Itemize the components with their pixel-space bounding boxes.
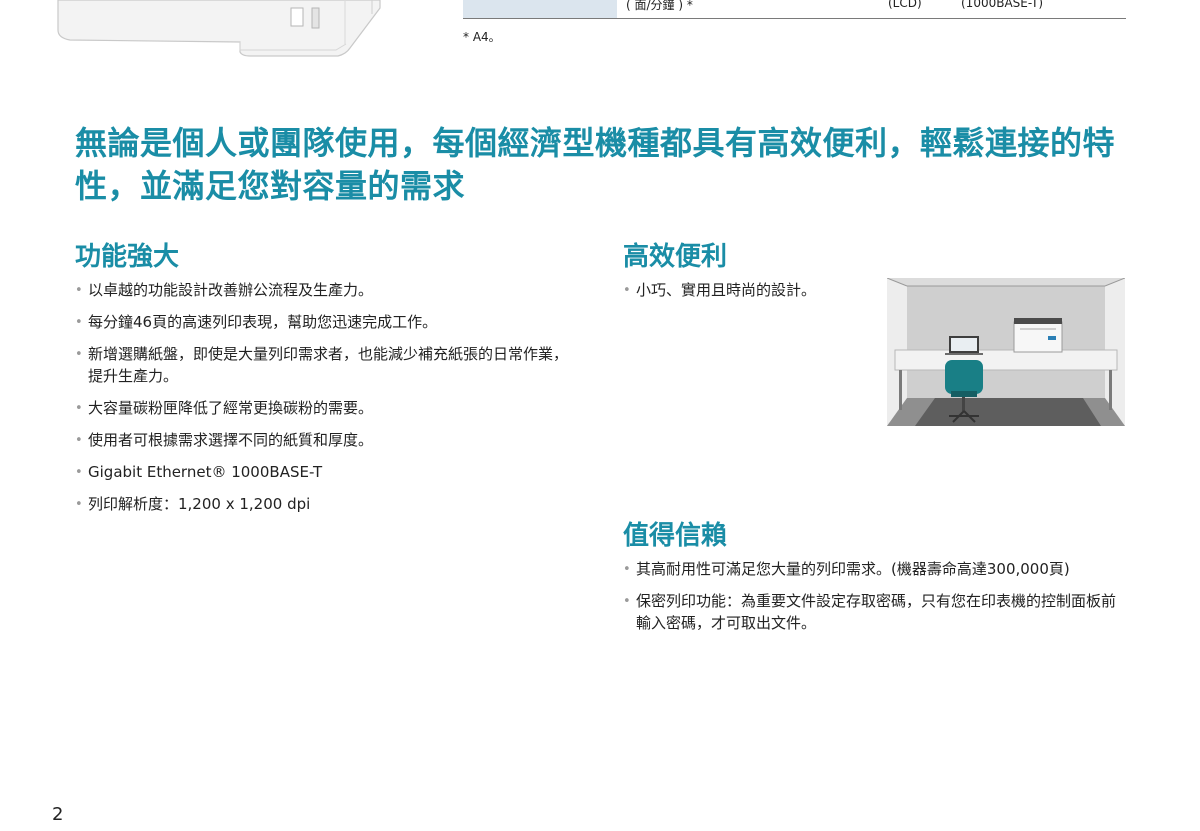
bullet-icon: •	[75, 465, 83, 480]
list-item: • 小巧、實用且時尚的設計。	[623, 279, 878, 301]
spec-cell-2: (LCD)	[888, 0, 922, 10]
list-item: • Gigabit Ethernet® 1000BASE-T	[75, 461, 575, 483]
section-title-powerful: 功能強大	[75, 242, 180, 272]
bullet-icon: •	[623, 283, 631, 298]
list-item: • 列印解析度：1,200 x 1,200 dpi	[75, 493, 575, 515]
bullet-icon: •	[623, 562, 631, 577]
list-item: • 以卓越的功能設計改善辦公流程及生產力。	[75, 279, 575, 301]
list-reliable: • 其高耐用性可滿足您大量的列印需求。(機器壽命高達300,000頁) • 保密列印…	[623, 558, 1123, 644]
office-illustration	[887, 278, 1125, 426]
bullet-icon: •	[75, 433, 83, 448]
bullet-icon: •	[75, 497, 83, 512]
list-item: • 新增選購紙盤，即使是大量列印需求者，也能減少補充紙張的日常作業，提升生產力。	[75, 345, 569, 385]
bullet-icon: •	[75, 401, 83, 416]
bullet-icon: •	[75, 283, 83, 298]
spec-table-label-cell	[463, 0, 617, 18]
printer-illustration	[57, 0, 381, 57]
list-item: • 其高耐用性可滿足您大量的列印需求。(機器壽命高達300,000頁)	[623, 558, 1123, 580]
spec-table-fragment: ( 面/分鐘 ) * (LCD) (1000BASE-T)	[463, 0, 1126, 19]
section-title-efficient: 高效便利	[623, 242, 728, 272]
spec-footnote: * A4。	[463, 30, 501, 44]
page-headline: 無論是個人或團隊使用，每個經濟型機種都具有高效便利，輕鬆連接的特性，並滿足您對容…	[75, 124, 1116, 205]
section-title-reliable: 值得信賴	[623, 521, 728, 551]
list-efficient: • 小巧、實用且時尚的設計。	[623, 279, 878, 311]
bullet-icon: •	[75, 315, 83, 330]
list-powerful: • 以卓越的功能設計改善辦公流程及生產力。 • 每分鐘46頁的高速列印表現，幫助您迅…	[75, 279, 575, 525]
list-item: • 使用者可根據需求選擇不同的紙質和厚度。	[75, 429, 575, 451]
page-number: 2	[52, 804, 64, 825]
list-item: • 每分鐘46頁的高速列印表現，幫助您迅速完成工作。	[75, 311, 575, 333]
spec-cell-3: (1000BASE-T)	[961, 0, 1044, 10]
list-item: • 大容量碳粉匣降低了經常更換碳粉的需要。	[75, 397, 575, 419]
list-item: • 保密列印功能：為重要文件設定存取密碼，只有您在印表機的控制面板前輸入密碼，才可…	[623, 592, 1117, 632]
spec-row-label: ( 面/分鐘 ) *	[626, 0, 693, 12]
bullet-icon: •	[623, 594, 631, 609]
bullet-icon: •	[75, 347, 83, 362]
